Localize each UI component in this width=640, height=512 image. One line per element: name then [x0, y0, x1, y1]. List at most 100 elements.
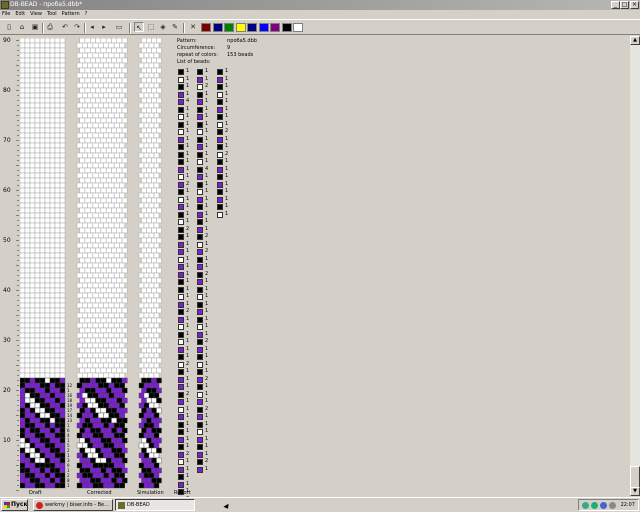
bead[interactable] [39, 77, 46, 84]
bead[interactable] [98, 422, 104, 429]
bead[interactable] [82, 162, 88, 169]
bead[interactable] [29, 57, 36, 64]
bead[interactable] [119, 42, 125, 49]
bead[interactable] [138, 202, 145, 209]
bead[interactable] [20, 122, 26, 129]
bead[interactable] [92, 382, 99, 389]
bead[interactable] [34, 382, 41, 389]
bead[interactable] [87, 122, 94, 129]
bead[interactable] [111, 38, 117, 44]
bead[interactable] [44, 152, 51, 159]
bead[interactable] [39, 462, 46, 469]
bead[interactable] [90, 387, 96, 394]
bead[interactable] [100, 457, 107, 464]
bead[interactable] [153, 382, 160, 389]
bead[interactable] [100, 147, 107, 154]
bead[interactable] [111, 147, 117, 154]
bead[interactable] [44, 72, 51, 79]
bead[interactable] [24, 297, 31, 304]
bead[interactable] [49, 77, 56, 84]
bead[interactable] [20, 317, 26, 324]
bead[interactable] [100, 87, 107, 94]
bead[interactable] [87, 92, 94, 99]
bead[interactable] [143, 192, 150, 199]
bead[interactable] [113, 72, 120, 79]
bead[interactable] [98, 122, 104, 129]
bead[interactable] [116, 127, 123, 134]
bead[interactable] [24, 97, 31, 104]
bead[interactable] [113, 392, 120, 399]
bead[interactable] [82, 252, 88, 259]
bead[interactable] [111, 67, 117, 74]
bead[interactable] [111, 317, 117, 324]
bead[interactable] [59, 322, 66, 329]
bead[interactable] [146, 177, 152, 184]
bead[interactable] [79, 257, 86, 264]
bead[interactable] [111, 327, 117, 334]
bead[interactable] [95, 277, 102, 284]
bead[interactable] [82, 132, 88, 139]
bead[interactable] [39, 362, 46, 369]
bead[interactable] [153, 362, 160, 369]
bead[interactable] [84, 447, 91, 454]
bead[interactable] [49, 112, 56, 119]
bead[interactable] [44, 317, 51, 324]
bead[interactable] [24, 77, 31, 84]
bead[interactable] [29, 452, 36, 459]
bead[interactable] [103, 282, 110, 289]
bead[interactable] [103, 352, 110, 359]
bead[interactable] [111, 247, 117, 254]
bead[interactable] [87, 142, 94, 149]
bead[interactable] [90, 277, 96, 284]
bead[interactable] [121, 167, 128, 174]
bead[interactable] [49, 222, 56, 229]
bead[interactable] [44, 267, 51, 274]
bead[interactable] [121, 377, 128, 384]
bead[interactable] [82, 282, 88, 289]
bead[interactable] [105, 77, 112, 84]
bead[interactable] [24, 357, 31, 364]
bead[interactable] [24, 262, 31, 269]
bead[interactable] [29, 392, 36, 399]
bead[interactable] [103, 372, 110, 379]
bead[interactable] [24, 102, 31, 109]
bead[interactable] [49, 202, 56, 209]
bead[interactable] [79, 387, 86, 394]
bead[interactable] [44, 382, 51, 389]
bead[interactable] [116, 277, 123, 284]
bead[interactable] [95, 237, 102, 244]
bead[interactable] [90, 47, 96, 54]
bead[interactable] [119, 182, 125, 189]
bead[interactable] [148, 172, 155, 179]
bead[interactable] [54, 392, 61, 399]
bead[interactable] [141, 477, 147, 484]
bead[interactable] [143, 472, 150, 479]
bead[interactable] [148, 122, 155, 129]
bead[interactable] [44, 422, 51, 429]
bead[interactable] [59, 122, 66, 129]
bead[interactable] [39, 427, 46, 434]
bead[interactable] [100, 367, 107, 374]
bead[interactable] [116, 57, 123, 64]
bead[interactable] [153, 202, 160, 209]
bead[interactable] [82, 142, 88, 149]
bead[interactable] [103, 42, 110, 49]
bead[interactable] [95, 287, 102, 294]
bead[interactable] [39, 472, 46, 479]
bead[interactable] [39, 67, 46, 74]
bead[interactable] [138, 252, 145, 259]
palette-swatch[interactable] [224, 23, 234, 32]
bead[interactable] [44, 477, 51, 484]
bead[interactable] [156, 387, 162, 394]
bead[interactable] [116, 357, 123, 364]
bead[interactable] [153, 282, 160, 289]
bead[interactable] [34, 412, 41, 419]
bead[interactable] [34, 82, 41, 89]
bead[interactable] [121, 97, 128, 104]
bead[interactable] [100, 127, 107, 134]
bead[interactable] [95, 127, 102, 134]
bead[interactable] [24, 387, 31, 394]
bead[interactable] [34, 38, 41, 44]
bead[interactable] [34, 137, 41, 144]
bead[interactable] [98, 342, 104, 349]
